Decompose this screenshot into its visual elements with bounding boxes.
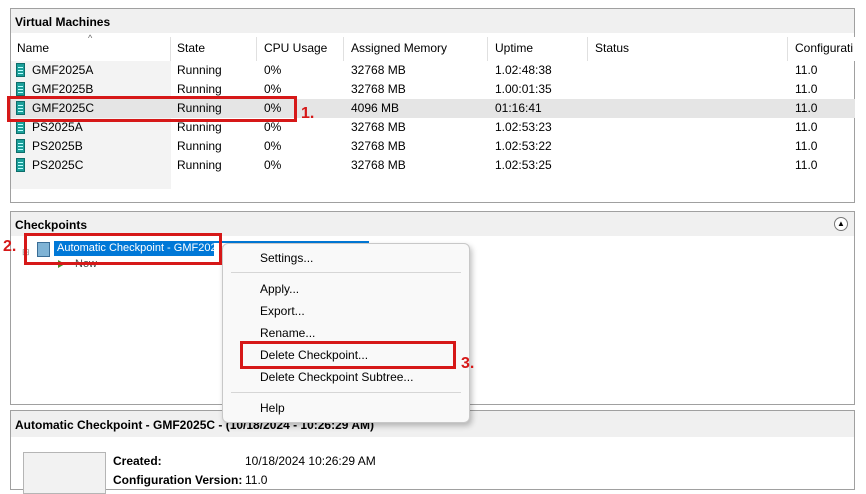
- column-divider[interactable]: [587, 37, 588, 61]
- vm-config: 11.0: [795, 158, 818, 172]
- vm-cpu: 0%: [264, 158, 282, 172]
- column-header-state[interactable]: State: [177, 41, 205, 61]
- vm-name: GMF2025A: [32, 63, 94, 77]
- config-version-label: Configuration Version:: [113, 473, 243, 487]
- virtual-machine-icon: [16, 139, 25, 153]
- vm-table-header: ^ Name State CPU Usage Assigned Memory U…: [11, 33, 855, 61]
- vm-uptime: 1.00:01:35: [495, 82, 552, 96]
- vm-name: PS2025A: [32, 120, 83, 134]
- column-header-memory[interactable]: Assigned Memory: [351, 41, 447, 61]
- vm-cpu: 0%: [264, 120, 282, 134]
- column-divider[interactable]: [343, 37, 344, 61]
- vm-state: Running: [177, 120, 222, 134]
- context-menu: Settings... Apply... Export... Rename...…: [222, 243, 470, 423]
- menu-separator: [231, 392, 461, 393]
- vm-config: 11.0: [795, 139, 818, 153]
- created-label: Created:: [113, 454, 162, 468]
- table-row[interactable]: GMF2025A Running 0% 32768 MB 1.02:48:38 …: [11, 61, 855, 80]
- column-divider[interactable]: [256, 37, 257, 61]
- annotation-box-delete: [240, 341, 456, 369]
- vm-state: Running: [177, 158, 222, 172]
- virtual-machine-icon: [16, 158, 25, 172]
- virtual-machine-icon: [16, 120, 25, 134]
- menu-item-export[interactable]: Export...: [260, 304, 305, 318]
- annotation-step-2: 2.: [3, 238, 17, 255]
- column-header-name[interactable]: Name: [17, 41, 49, 61]
- column-header-cpu[interactable]: CPU Usage: [264, 41, 327, 61]
- vm-memory: 32768 MB: [351, 82, 406, 96]
- annotation-box-vm: [7, 96, 297, 122]
- vm-state: Running: [177, 63, 222, 77]
- vm-memory: 32768 MB: [351, 120, 406, 134]
- column-divider[interactable]: [170, 37, 171, 61]
- config-version-value: 11.0: [245, 473, 268, 487]
- annotation-box-checkpoint: [24, 233, 222, 265]
- vm-memory: 32768 MB: [351, 139, 406, 153]
- vm-config: 11.0: [795, 82, 818, 96]
- vm-state: Running: [177, 139, 222, 153]
- vm-name: GMF2025B: [32, 82, 94, 96]
- column-header-uptime[interactable]: Uptime: [495, 41, 533, 61]
- menu-item-rename[interactable]: Rename...: [260, 326, 315, 340]
- chevron-up-icon[interactable]: ▲: [834, 217, 848, 231]
- column-header-configuration[interactable]: Configurati: [795, 41, 853, 61]
- vm-name: PS2025C: [32, 158, 84, 172]
- annotation-step-1: 1.: [301, 105, 315, 122]
- menu-separator: [231, 272, 461, 273]
- menu-item-apply[interactable]: Apply...: [260, 282, 299, 296]
- vm-uptime: 01:16:41: [495, 101, 542, 115]
- vm-memory: 4096 MB: [351, 101, 400, 115]
- vm-config: 11.0: [795, 63, 818, 77]
- vm-config: 11.0: [795, 101, 818, 115]
- menu-item-delete-subtree[interactable]: Delete Checkpoint Subtree...: [260, 370, 413, 384]
- sort-arrow-icon: ^: [88, 33, 93, 43]
- vm-uptime: 1.02:53:25: [495, 158, 552, 172]
- vm-state: Running: [177, 82, 222, 96]
- vm-uptime: 1.02:48:38: [495, 63, 552, 77]
- vm-memory: 32768 MB: [351, 158, 406, 172]
- virtual-machine-icon: [16, 82, 25, 96]
- vm-memory: 32768 MB: [351, 63, 406, 77]
- vm-config: 11.0: [795, 120, 818, 134]
- virtual-machine-icon: [16, 63, 25, 77]
- column-header-status[interactable]: Status: [595, 41, 629, 61]
- vm-panel-title: Virtual Machines: [11, 9, 854, 33]
- vm-cpu: 0%: [264, 63, 282, 77]
- menu-item-help[interactable]: Help: [260, 401, 285, 415]
- column-divider[interactable]: [787, 37, 788, 61]
- created-value: 10/18/2024 10:26:29 AM: [245, 454, 376, 468]
- table-row[interactable]: PS2025B Running 0% 32768 MB 1.02:53:22 1…: [11, 137, 855, 156]
- vm-uptime: 1.02:53:23: [495, 120, 552, 134]
- menu-item-settings[interactable]: Settings...: [260, 251, 313, 265]
- table-row[interactable]: PS2025C Running 0% 32768 MB 1.02:53:25 1…: [11, 156, 855, 175]
- column-divider[interactable]: [487, 37, 488, 61]
- checkpoint-thumbnail: [23, 452, 106, 494]
- vm-cpu: 0%: [264, 82, 282, 96]
- vm-cpu: 0%: [264, 139, 282, 153]
- annotation-step-3: 3.: [461, 355, 475, 372]
- vm-name: PS2025B: [32, 139, 83, 153]
- vm-uptime: 1.02:53:22: [495, 139, 552, 153]
